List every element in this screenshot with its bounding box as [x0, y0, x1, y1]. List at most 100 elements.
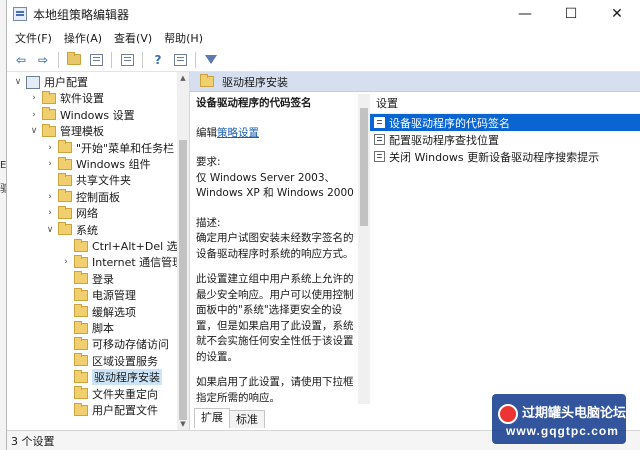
tree-item-label: 共享文件夹	[76, 174, 131, 188]
tree-item[interactable]: 登录	[61, 271, 114, 287]
up-folder-icon[interactable]	[64, 50, 84, 70]
tree-item-label: 软件设置	[60, 92, 104, 106]
tree-item-label: Ctrl+Alt+Del 选项	[92, 240, 189, 253]
folder-icon	[200, 74, 214, 87]
view-tabs: 扩展 标准	[190, 408, 265, 428]
setting-row[interactable]: 关闭 Windows 更新设备驱动程序搜索提示	[370, 148, 640, 165]
tab-extended[interactable]: 扩展	[194, 408, 230, 428]
scroll-up-icon[interactable]: ▲	[177, 72, 189, 84]
toolbar-separator	[111, 51, 112, 68]
tree-item[interactable]: 可移动存储访问	[61, 336, 169, 352]
tab-standard[interactable]: 标准	[229, 410, 265, 428]
chevron-right-icon[interactable]: ›	[29, 93, 39, 103]
help-icon[interactable]: ?	[148, 50, 168, 70]
tree-scroll-thumb[interactable]	[179, 140, 187, 420]
chevron-right-icon[interactable]: ›	[29, 110, 39, 120]
tree-item-label: 登录	[92, 272, 114, 286]
tree-item[interactable]: › "开始"菜单和任务栏	[45, 140, 174, 156]
tree-item[interactable]: 文件夹重定向	[61, 386, 158, 402]
description-title: 设备驱动程序的代码签名	[196, 97, 312, 109]
folder-icon	[74, 238, 88, 252]
menu-help[interactable]: 帮助(H)	[158, 30, 209, 46]
edit-policy-line: 编辑策略设置	[196, 126, 356, 142]
tree-item[interactable]: › 控制面板	[45, 189, 120, 205]
tree-item[interactable]: 缓解选项	[61, 304, 136, 320]
folder-icon	[74, 369, 88, 383]
folder-icon	[58, 189, 72, 203]
tree-item-label: 网络	[76, 207, 98, 221]
tree-item-label: 驱动程序安装	[92, 369, 162, 386]
tree-item[interactable]: 脚本	[61, 320, 114, 336]
tree-item-label: 电源管理	[92, 289, 136, 303]
chevron-right-icon[interactable]: ›	[45, 192, 55, 202]
close-button[interactable]: ✕	[594, 0, 640, 28]
toolbar-separator	[195, 51, 196, 68]
setting-label: 关闭 Windows 更新设备驱动程序搜索提示	[389, 150, 600, 164]
tree-item[interactable]: › 软件设置	[29, 90, 104, 106]
title-bar: 本地组策略编辑器 — ☐ ✕	[7, 0, 640, 28]
tree-item[interactable]: ∨ 管理模板	[29, 123, 104, 139]
tree-item[interactable]: 用户配置文件	[61, 402, 158, 418]
tree-item-label: 管理模板	[60, 125, 104, 139]
folder-icon	[74, 254, 88, 268]
tree-item-label: 脚本	[92, 322, 114, 335]
forward-arrow-icon[interactable]: ⇨	[33, 50, 53, 70]
menu-action[interactable]: 操作(A)	[58, 30, 108, 46]
main-area: 用户配置文件 文件夹重定向 驱动程序安装 区域设置服务 可移动存储访问 脚本 缓解选项 电源管…	[7, 72, 640, 430]
window-title: 本地组策略编辑器	[33, 7, 130, 22]
chevron-right-icon[interactable]: ›	[61, 257, 71, 267]
menu-file[interactable]: 文件(F)	[9, 30, 58, 46]
tree-item[interactable]: 共享文件夹	[45, 172, 131, 188]
folder-icon	[58, 172, 72, 186]
tree-item[interactable]: › 网络	[45, 205, 98, 221]
tree-item[interactable]: Ctrl+Alt+Del 选项	[61, 238, 189, 254]
watermark-url: www.gqgtpc.com	[506, 424, 619, 438]
description-scroll-thumb[interactable]	[360, 108, 368, 226]
minimize-button[interactable]: —	[502, 0, 548, 28]
folder-icon	[58, 222, 72, 236]
folder-icon	[42, 90, 56, 104]
folder-icon	[74, 320, 88, 334]
scroll-down-icon[interactable]: ▼	[177, 418, 189, 430]
site-watermark: 过期罐头电脑论坛 www.gqgtpc.com	[492, 394, 626, 444]
maximize-button[interactable]: ☐	[548, 0, 594, 28]
chevron-right-icon[interactable]: ›	[45, 208, 55, 218]
tree-item[interactable]: 电源管理	[61, 287, 136, 303]
menu-bar: 文件(F) 操作(A) 查看(V) 帮助(H)	[7, 28, 640, 48]
requirements: 要求: 仅 Windows Server 2003、Windows XP 和 W…	[196, 155, 356, 202]
folder-icon	[74, 353, 88, 367]
show-hide-tree-icon[interactable]	[86, 50, 106, 70]
settings-list: 设置 设备驱动程序的代码签名配置驱动程序查找位置关闭 Windows 更新设备驱…	[370, 94, 640, 424]
back-arrow-icon[interactable]: ⇦	[11, 50, 31, 70]
settings-column-header[interactable]: 设置	[370, 94, 640, 114]
description-scrollbar[interactable]	[358, 94, 370, 404]
tree-item[interactable]: › Windows 设置	[29, 107, 135, 123]
policy-setting-icon	[374, 134, 385, 145]
filter-icon[interactable]	[201, 50, 221, 70]
tree-item[interactable]: ∨ 用户配置	[13, 74, 88, 90]
folder-icon	[58, 205, 72, 219]
export-list-icon[interactable]	[117, 50, 137, 70]
chevron-down-icon[interactable]: ∨	[13, 77, 23, 87]
tree-item[interactable]: ∨ 系统	[45, 222, 98, 238]
tree-item-label: 区域设置服务	[92, 354, 158, 368]
tree-scrollbar[interactable]: ▲ ▼	[177, 72, 189, 430]
setting-row[interactable]: 配置驱动程序查找位置	[370, 131, 640, 148]
toolbar: ⇦ ⇨ ?	[7, 48, 640, 72]
tree-item[interactable]: 驱动程序安装	[61, 369, 162, 386]
tree-item-label: 系统	[76, 223, 98, 237]
chevron-right-icon[interactable]: ›	[45, 159, 55, 169]
tree-item[interactable]: › Windows 组件	[45, 156, 151, 172]
chevron-down-icon[interactable]: ∨	[29, 126, 39, 136]
user-config-icon	[26, 75, 40, 89]
properties-icon[interactable]	[170, 50, 190, 70]
setting-label: 配置驱动程序查找位置	[389, 133, 499, 147]
tree-item[interactable]: 区域设置服务	[61, 353, 158, 369]
tree-item[interactable]: › Internet 通信管理	[61, 254, 183, 270]
window-controls: — ☐ ✕	[502, 0, 640, 28]
chevron-down-icon[interactable]: ∨	[45, 225, 55, 235]
menu-view[interactable]: 查看(V)	[108, 30, 158, 46]
chevron-right-icon[interactable]: ›	[45, 143, 55, 153]
setting-row[interactable]: 设备驱动程序的代码签名	[370, 114, 640, 131]
edit-policy-link[interactable]: 策略设置	[217, 127, 259, 139]
